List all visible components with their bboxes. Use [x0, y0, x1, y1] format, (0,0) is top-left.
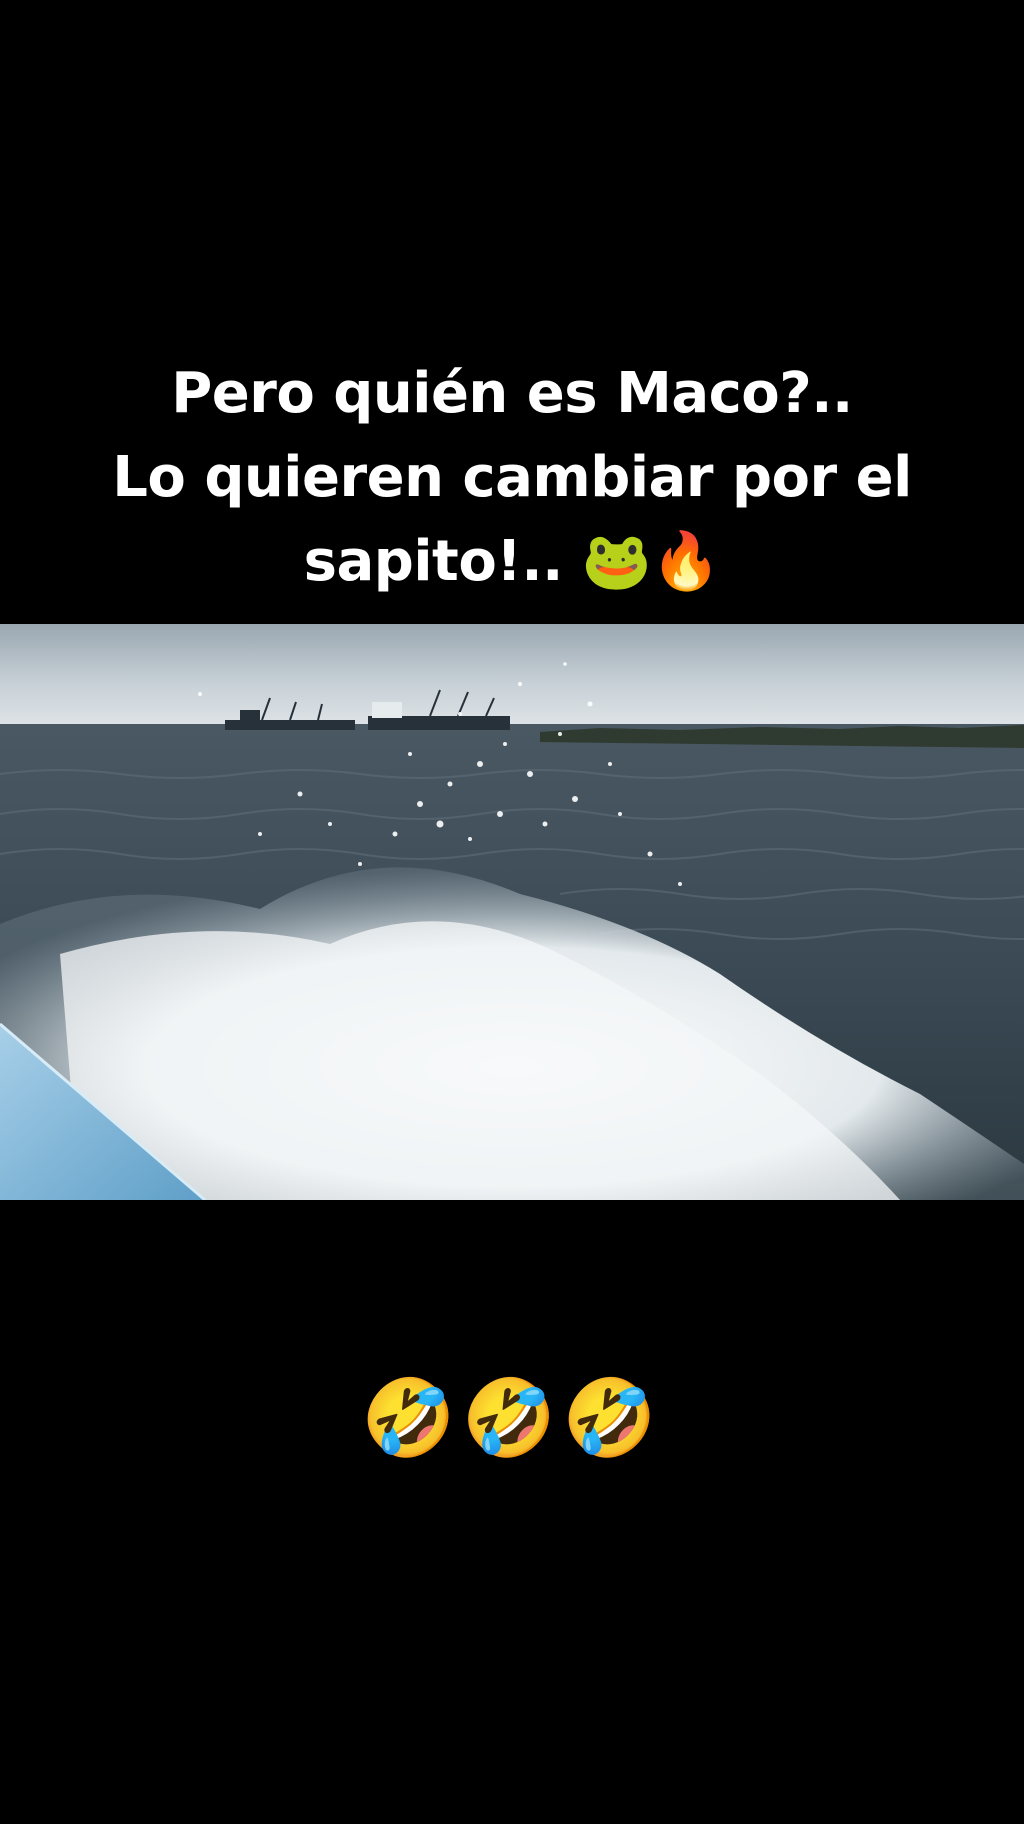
sky	[0, 624, 1024, 728]
video-caption: Pero quién es Maco?.. Lo quieren cambiar…	[0, 352, 1024, 604]
sea-spray-illustration	[0, 624, 1024, 1200]
caption-line-3: sapito!.. 🐸🔥	[0, 520, 1024, 604]
caption-line-2: Lo quieren cambiar por el	[112, 445, 912, 510]
sea-spray-photo	[0, 624, 1024, 1200]
laughing-emojis: 🤣🤣🤣	[361, 1373, 663, 1462]
caption-line-1: Pero quién es Maco?..	[171, 361, 853, 426]
frog-fire-emoji: 🐸🔥	[581, 529, 721, 594]
caption-line-3-text: sapito!..	[303, 529, 564, 594]
